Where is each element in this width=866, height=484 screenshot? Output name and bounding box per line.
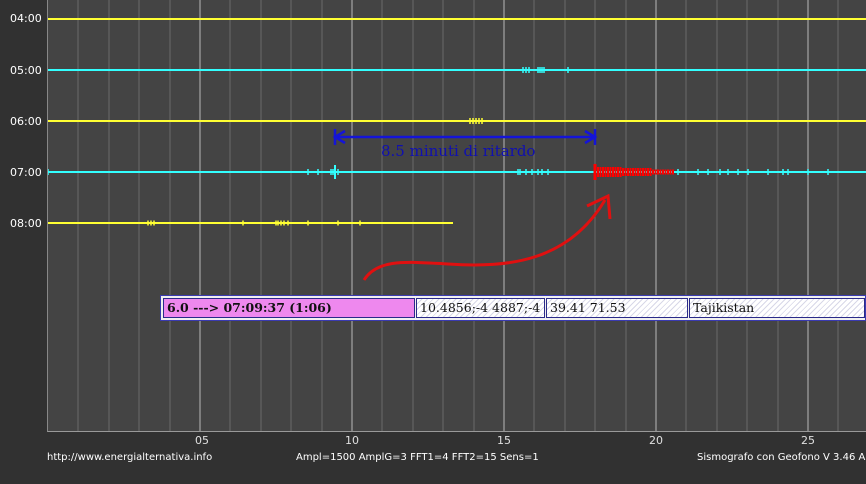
minute-label-10: 10 bbox=[345, 434, 359, 447]
event-coordinates: 39.41 71.53 bbox=[546, 298, 688, 318]
minute-gridlines bbox=[77, 0, 839, 431]
hour-label-0700: 07:00 bbox=[10, 166, 42, 179]
trace-lines bbox=[48, 18, 866, 224]
event-params: 10.4856;-4 4887;-4 bbox=[416, 298, 545, 318]
seismogram-plot bbox=[47, 0, 866, 432]
footer-app-name: Sismografo con Geofono V 3.46 Au bbox=[697, 452, 866, 463]
event-magnitude-time: 6.0 ---> 07:09:37 (1:06) bbox=[163, 298, 415, 318]
minute-label-15: 15 bbox=[497, 434, 511, 447]
hour-label-0500: 05:00 bbox=[10, 64, 42, 77]
seismogram-canvas bbox=[48, 0, 866, 431]
footer-settings: Ampl=1500 AmplG=3 FFT1=4 FFT2=15 Sens=1 bbox=[296, 452, 539, 463]
event-location: Tajikistan bbox=[689, 298, 865, 318]
minute-label-20: 20 bbox=[649, 434, 663, 447]
footer-site-url: http://www.energialternativa.info bbox=[47, 452, 213, 463]
seismograph-window: 04:00 05:00 06:00 07:00 08:00 8.5 minuti… bbox=[0, 0, 866, 484]
hour-label-0400: 04:00 bbox=[10, 12, 42, 25]
minute-label-05: 05 bbox=[195, 434, 209, 447]
arrival-arrow bbox=[362, 193, 612, 281]
delay-annotation: 8.5 minuti di ritardo bbox=[381, 142, 536, 160]
hour-label-0600: 06:00 bbox=[10, 115, 42, 128]
hour-label-0800: 08:00 bbox=[10, 217, 42, 230]
minute-label-25: 25 bbox=[801, 434, 815, 447]
event-info-bar: 6.0 ---> 07:09:37 (1:06) 10.4856;-4 4887… bbox=[160, 295, 866, 321]
